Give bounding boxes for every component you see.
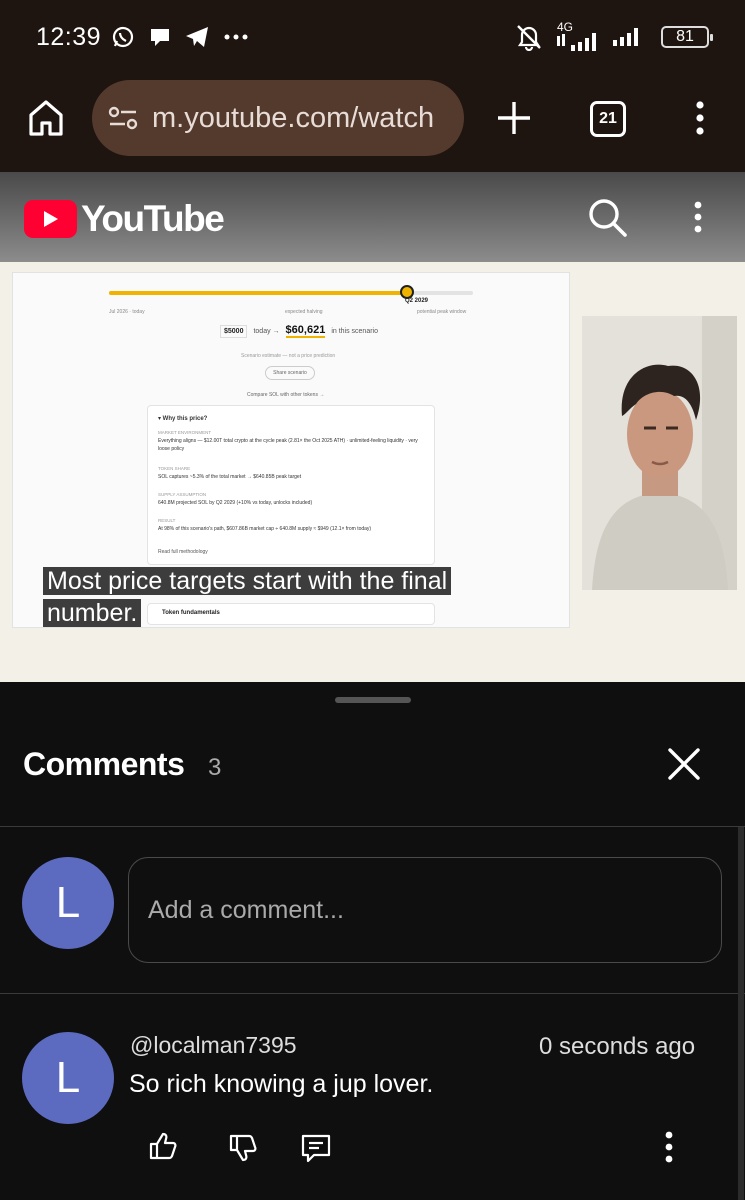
notification-icons <box>111 25 249 49</box>
youtube-play-icon <box>24 200 77 238</box>
comments-title: Comments <box>23 746 185 782</box>
system-icons: 4G 81 <box>515 20 713 52</box>
whatsapp-icon <box>112 26 134 48</box>
scenario-note: Scenario estimate — not a price predicti… <box>241 353 336 359</box>
chat-bubble-icon <box>151 29 170 46</box>
battery-indicator: 81 <box>661 26 713 48</box>
why-section-text: 640.8M projected SOL by Q2 2029 (+10% vs… <box>158 500 313 506</box>
today-label: today → <box>253 327 280 335</box>
scenario-suffix: in this scenario <box>331 327 379 335</box>
timeline-label-end: potential peak window <box>417 309 467 315</box>
methodology-link: Read full methodology <box>158 549 208 555</box>
dislike-icon[interactable] <box>227 1132 259 1164</box>
network-type: 4G <box>557 20 574 34</box>
video-player[interactable]: Q2 2029 Jul 2026 · today expected halvin… <box>0 262 745 682</box>
drag-handle[interactable] <box>335 697 411 703</box>
comment-timestamp: 0 seconds ago <box>539 1033 696 1060</box>
url-text[interactable]: m.youtube.com/watch <box>152 102 434 135</box>
timeline-label-mid: expected halving <box>285 309 323 315</box>
status-time: 12:39 <box>36 22 102 51</box>
why-section-label: TOKEN SHARE <box>158 466 191 471</box>
browser-toolbar: m.youtube.com/watch 21 <box>0 74 745 172</box>
divider <box>0 826 745 827</box>
site-settings-icon[interactable] <box>108 105 138 131</box>
timeline-marker <box>400 285 415 299</box>
reply-icon[interactable] <box>300 1132 332 1164</box>
scenario-result: $5000 today → $60,621 in this scenario <box>220 324 378 338</box>
why-section-text: SOL captures ~5.3% of the total market →… <box>158 474 302 480</box>
more-notifications-icon <box>224 34 248 40</box>
like-icon[interactable] <box>147 1130 179 1162</box>
scrollbar[interactable] <box>738 827 744 1200</box>
why-section: SUPPLY ASSUMPTION 640.8M projected SOL b… <box>158 492 430 507</box>
why-section-text: At 98% of this scenario's path, $607.86B… <box>158 526 372 532</box>
youtube-wordmark: YouTube <box>81 198 225 239</box>
divider <box>0 993 745 994</box>
investment-amount: $5000 <box>220 324 248 338</box>
comments-count: 3 <box>208 754 222 781</box>
youtube-logo[interactable]: YouTube <box>24 198 225 240</box>
why-section: RESULT At 98% of this scenario's path, $… <box>158 518 430 533</box>
signal-2-icon <box>613 28 638 46</box>
scenario-timeline <box>109 285 473 299</box>
why-section-label: RESULT <box>158 518 176 523</box>
bell-muted-icon <box>517 25 541 51</box>
youtube-menu-icon[interactable] <box>688 198 708 238</box>
compare-link: Compare SOL with other tokens → <box>247 392 325 398</box>
search-icon[interactable] <box>586 196 628 238</box>
comment-placeholder: Add a comment... <box>148 895 344 924</box>
telegram-icon <box>186 27 209 47</box>
why-section: TOKEN SHARE SOL captures ~5.3% of the to… <box>158 466 430 481</box>
tab-switcher-button[interactable]: 21 <box>590 101 626 137</box>
close-icon[interactable] <box>666 746 702 782</box>
presenter-image <box>582 316 737 590</box>
caption-line-2: number. <box>43 599 142 627</box>
why-title: ▾ Why this price? <box>158 416 208 422</box>
why-section: MARKET ENVIRONMENT Everything aligns — $… <box>158 430 430 453</box>
timeline-point-label: Q2 2029 <box>405 298 429 304</box>
current-user-avatar: L <box>22 857 114 949</box>
video-caption: Most price targets start with the final … <box>43 565 452 629</box>
scenario-value: $60,621 <box>285 324 326 338</box>
timeline-label-start: Jul 2026 · today <box>109 309 145 315</box>
why-section-label: MARKET ENVIRONMENT <box>158 430 212 435</box>
comments-panel: Comments 3 L Add a comment... L @localma… <box>0 682 745 1200</box>
avatar[interactable]: L <box>22 1032 114 1124</box>
why-section-label: SUPPLY ASSUMPTION <box>158 492 207 497</box>
timeline-fill <box>109 291 408 295</box>
browser-menu-icon[interactable] <box>690 98 710 138</box>
add-comment-input[interactable]: Add a comment... <box>128 857 722 963</box>
presenter-webcam <box>582 316 737 590</box>
caption-line-1: Most price targets start with the final <box>43 567 452 595</box>
home-icon[interactable] <box>28 98 64 138</box>
comment-menu-icon[interactable] <box>653 1130 685 1166</box>
address-bar[interactable]: m.youtube.com/watch <box>92 80 464 156</box>
comment-text: So rich knowing a jup lover. <box>129 1070 434 1098</box>
why-this-price-card: ▾ Why this price? MARKET ENVIRONMENT Eve… <box>147 405 435 565</box>
network-indicator: 4G <box>557 20 599 52</box>
comment-author[interactable]: @localman7395 <box>130 1032 297 1059</box>
why-section-text: Everything aligns — $12.00T total crypto… <box>158 438 418 452</box>
youtube-header: YouTube <box>0 172 745 262</box>
status-bar: 12:39 4G 81 <box>0 0 745 74</box>
share-scenario-button: Share scenario <box>265 366 315 380</box>
new-tab-icon[interactable] <box>494 98 534 138</box>
signal-icon <box>557 33 596 51</box>
